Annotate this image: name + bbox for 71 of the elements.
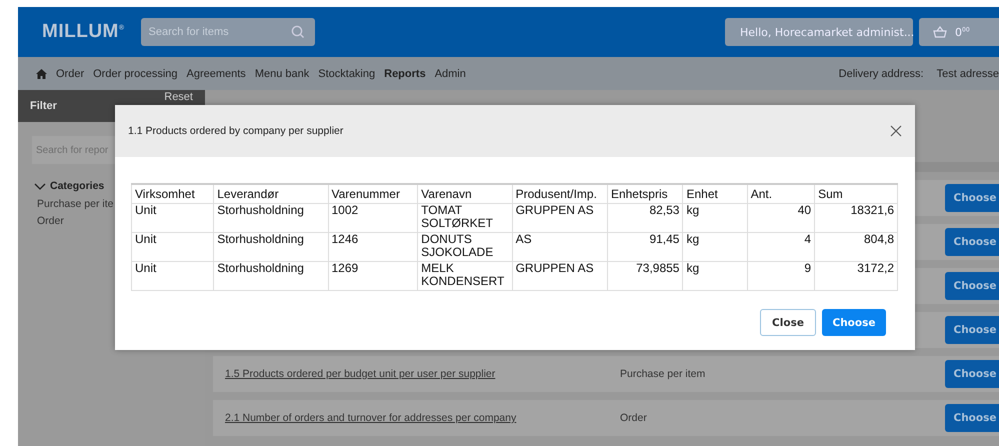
basket-icon	[933, 26, 947, 38]
categories-toggle[interactable]: Categories	[34, 180, 110, 192]
table-cell: 4	[804, 232, 812, 246]
nav-link[interactable]: Menu bank	[254, 68, 310, 80]
column-header: Virksomhet	[132, 184, 214, 204]
column-header: Leverandør	[214, 184, 328, 204]
nav-link[interactable]: Admin	[434, 68, 466, 80]
dialog-title: 1.1 Products ordered by company per supplier	[128, 125, 344, 137]
home-icon[interactable]	[36, 68, 47, 78]
table-cell: TOMAT SOLTØRKET	[421, 203, 493, 230]
user-menu-button[interactable]: Hello, Horecamarket administ...	[725, 18, 913, 46]
table-cell: MELK KONDENSERT	[421, 261, 504, 288]
column-header: Enhet	[682, 184, 748, 204]
report-category: Order	[620, 412, 647, 424]
table-cell: kg	[686, 203, 700, 217]
table-cell: 1269	[332, 261, 358, 275]
nav-link[interactable]: Stocktaking	[318, 68, 376, 80]
report-category: Purchase per item	[620, 368, 706, 380]
delivery-address-label: Delivery address:	[838, 68, 924, 80]
table-cell: Unit	[135, 203, 156, 217]
column-header: Sum	[814, 184, 898, 204]
nav-link[interactable]: Order	[56, 68, 84, 80]
filter-title: Filter	[30, 100, 57, 112]
choose-button[interactable]: Choose	[822, 309, 886, 336]
category-link[interactable]: Purchase per ite	[37, 196, 114, 213]
choose-button[interactable]: Choose	[945, 316, 999, 344]
column-header: Varenummer	[328, 184, 418, 204]
nav-link[interactable]: Order processing	[93, 68, 178, 80]
table-cell: Storhusholdning	[217, 261, 304, 275]
column-header: Ant.	[747, 184, 815, 204]
table-cell: kg	[686, 261, 700, 275]
choose-button[interactable]: Choose	[945, 404, 999, 432]
table-cell: 73,9855	[636, 261, 680, 275]
column-header: Varenavn	[418, 184, 512, 204]
search-field[interactable]: Search for items	[140, 18, 315, 46]
table-cell: Storhusholdning	[217, 203, 304, 217]
cart-button[interactable]: 0$^{00}$	[919, 18, 999, 46]
table-cell: 18321,6	[850, 203, 894, 217]
table-cell: kg	[686, 232, 700, 246]
delivery-address-value[interactable]: Test adresse	[936, 68, 999, 80]
close-icon[interactable]	[890, 125, 902, 137]
logo[interactable]: MILLUM$^{®}$	[42, 21, 125, 43]
category-link[interactable]: Order	[37, 213, 64, 230]
table-cell: 1246	[332, 232, 358, 246]
report-link[interactable]: 2.1 Number of orders and turnover for addresses per company	[225, 412, 620, 424]
table-cell: 91,45	[649, 232, 680, 246]
choose-button[interactable]: Choose	[945, 360, 999, 388]
table-cell: GRUPPEN AS	[516, 261, 594, 275]
close-button[interactable]: Close	[760, 309, 816, 336]
choose-button[interactable]: Choose	[945, 272, 999, 300]
column-header: Produsent/Imp.	[512, 184, 608, 204]
table-cell: AS	[516, 232, 532, 246]
table-cell: 82,53	[649, 203, 680, 217]
nav-link[interactable]: Reports	[384, 68, 426, 80]
table-cell: Unit	[135, 261, 156, 275]
table-cell: 9	[804, 261, 812, 275]
table-cell: 40	[798, 203, 812, 217]
choose-button[interactable]: Choose	[945, 228, 999, 256]
table-cell: 3172,2	[857, 261, 894, 275]
chevron-down-icon	[34, 182, 46, 190]
table-cell: 1002	[332, 203, 358, 217]
column-header: Enhetspris	[607, 184, 683, 204]
reset-link[interactable]: Reset	[164, 91, 193, 103]
nav-link[interactable]: Agreements	[186, 68, 246, 80]
choose-button[interactable]: Choose	[945, 184, 999, 212]
table-cell: Storhusholdning	[217, 232, 304, 246]
report-link[interactable]: 1.5 Products ordered per budget unit per user per supplier	[225, 368, 620, 380]
table-cell: DONUTS SJOKOLADE	[421, 232, 494, 259]
table-cell: 804,8	[864, 232, 894, 246]
table-cell: GRUPPEN AS	[516, 203, 594, 217]
table-cell: Unit	[135, 232, 156, 246]
